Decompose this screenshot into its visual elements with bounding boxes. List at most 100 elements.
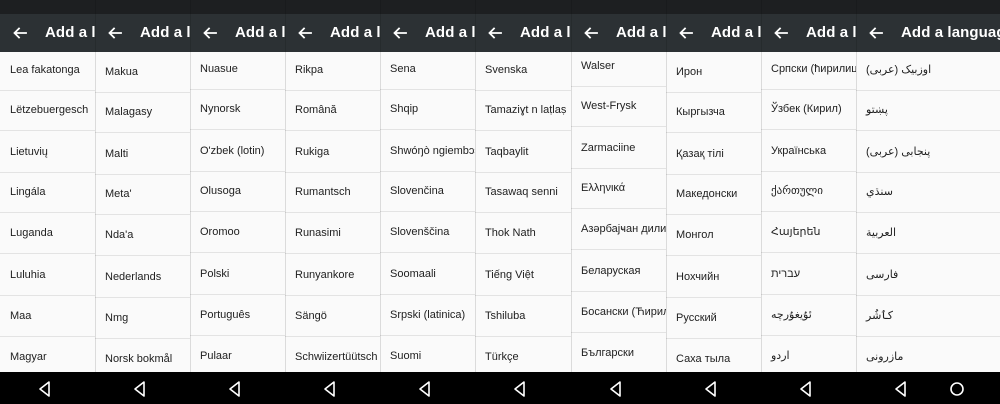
language-list-item[interactable]: Lietuvių: [0, 132, 95, 173]
arrow-back-icon[interactable]: [295, 23, 315, 43]
language-list-item[interactable]: Tasawaq senni: [475, 172, 571, 213]
language-list-item[interactable]: فارسی: [856, 255, 1000, 296]
language-list-item[interactable]: Азәрбајҹан дили (к: [571, 209, 666, 250]
triangle-back-icon[interactable]: [797, 380, 815, 398]
language-list-item[interactable]: العربية: [856, 213, 1000, 254]
language-list-item[interactable]: اردو: [761, 336, 856, 372]
arrow-back-icon[interactable]: [771, 23, 791, 43]
language-list-item[interactable]: Nynorsk: [190, 89, 285, 130]
language-list-item[interactable]: Português: [190, 295, 285, 336]
triangle-back-icon[interactable]: [416, 380, 434, 398]
language-list-item[interactable]: Română: [285, 90, 380, 131]
language-list-item[interactable]: ქართული: [761, 171, 856, 212]
language-list-item[interactable]: Македонски: [666, 174, 761, 215]
triangle-back-icon[interactable]: [892, 380, 910, 398]
language-list-item[interactable]: ئۇيغۇرچە: [761, 295, 856, 336]
language-list-item[interactable]: Zarmaciine: [571, 128, 666, 169]
language-list-item[interactable]: Українська: [761, 131, 856, 172]
language-list-item[interactable]: Sängö: [285, 296, 380, 337]
language-list-item[interactable]: Oromoo: [190, 212, 285, 253]
language-list-item[interactable]: Sena: [380, 52, 475, 90]
language-list-item[interactable]: Nda'a: [95, 215, 190, 256]
language-list-item[interactable]: اوزبیک (عربی): [856, 52, 1000, 91]
language-list-item[interactable]: Кыргызча: [666, 92, 761, 133]
language-list-item[interactable]: West-Frysk: [571, 86, 666, 127]
language-list-item[interactable]: Pulaar: [190, 336, 285, 372]
language-list-item[interactable]: Саха тыла: [666, 339, 761, 372]
language-list-item[interactable]: Suomi: [380, 336, 475, 372]
language-list-item[interactable]: Slovenčina: [380, 171, 475, 212]
language-list-item[interactable]: Lea fakatonga: [0, 52, 95, 91]
language-list-item[interactable]: Нохчийн: [666, 257, 761, 298]
language-list-item[interactable]: Ελληνικά: [571, 168, 666, 209]
language-list-item[interactable]: Malagasy: [95, 92, 190, 133]
triangle-back-icon[interactable]: [226, 380, 244, 398]
language-list-item[interactable]: Shwóŋò ngiembɔɔn: [380, 131, 475, 172]
language-list-item[interactable]: Nuasue: [190, 52, 285, 90]
language-list-item[interactable]: کٲشُر: [856, 296, 1000, 337]
language-list-item[interactable]: مازرونی: [856, 337, 1000, 372]
language-list-item[interactable]: Ўзбек (Кирил): [761, 89, 856, 130]
arrow-back-icon[interactable]: [200, 23, 220, 43]
arrow-back-icon[interactable]: [105, 23, 125, 43]
arrow-back-icon[interactable]: [676, 23, 696, 43]
language-list-item[interactable]: Malti: [95, 134, 190, 175]
language-list-item[interactable]: Soomaali: [380, 254, 475, 295]
circle-home-icon[interactable]: [948, 380, 966, 398]
language-list-item[interactable]: Rikpa: [285, 52, 380, 91]
language-list-item[interactable]: Runasimi: [285, 213, 380, 254]
triangle-back-icon[interactable]: [321, 380, 339, 398]
language-list-item[interactable]: Norsk bokmål: [95, 339, 190, 372]
language-list-item[interactable]: Slovenščina: [380, 212, 475, 253]
language-list-item[interactable]: سنڌي: [856, 172, 1000, 213]
language-list-item[interactable]: Thok Nath: [475, 213, 571, 254]
language-list-item[interactable]: Srpski (latinica): [380, 295, 475, 336]
language-list-item[interactable]: Русский: [666, 298, 761, 339]
language-list-item[interactable]: Монгол: [666, 215, 761, 256]
language-list-item[interactable]: Босански (Ћирил: [571, 292, 666, 333]
language-list-item[interactable]: Tiếng Việt: [475, 255, 571, 296]
language-list-item[interactable]: Makua: [95, 52, 190, 93]
language-list-item[interactable]: Meta': [95, 174, 190, 215]
language-list-item[interactable]: Tamaziɣt n laṭlaṣ: [475, 90, 571, 131]
language-list-item[interactable]: Lëtzebuergesch: [0, 90, 95, 131]
language-list-item[interactable]: Runyankore: [285, 255, 380, 296]
language-list-item[interactable]: עברית: [761, 254, 856, 295]
language-list-item[interactable]: Lingála: [0, 172, 95, 213]
language-list-item[interactable]: Ирон: [666, 52, 761, 93]
language-list-item[interactable]: Taqbaylit: [475, 132, 571, 173]
language-list-item[interactable]: Svenska: [475, 52, 571, 91]
language-list-item[interactable]: Luganda: [0, 213, 95, 254]
triangle-back-icon[interactable]: [511, 380, 529, 398]
language-list-item[interactable]: Nmg: [95, 298, 190, 339]
language-list-item[interactable]: Olusoga: [190, 171, 285, 212]
language-list-item[interactable]: O'zbek (lotin): [190, 131, 285, 172]
language-list-item[interactable]: Српски (ћирилица: [761, 52, 856, 90]
language-list-item[interactable]: Tshiluba: [475, 296, 571, 337]
language-list-item[interactable]: Nederlands: [95, 257, 190, 298]
language-list-item[interactable]: Հայերեն: [761, 212, 856, 253]
language-list-item[interactable]: Polski: [190, 254, 285, 295]
language-list-item[interactable]: Қазақ тілі: [666, 134, 761, 175]
triangle-back-icon[interactable]: [36, 380, 54, 398]
language-list-item[interactable]: Magyar: [0, 337, 95, 372]
language-list-item[interactable]: Türkçe: [475, 337, 571, 372]
arrow-back-icon[interactable]: [390, 23, 410, 43]
language-list-item[interactable]: Shqip: [380, 89, 475, 130]
language-list-item[interactable]: Rumantsch: [285, 172, 380, 213]
language-list-item[interactable]: Rukiga: [285, 132, 380, 173]
language-list-item[interactable]: Schwiizertüütsch: [285, 337, 380, 372]
language-list-item[interactable]: Беларуская: [571, 251, 666, 292]
language-list-item[interactable]: پښتو: [856, 90, 1000, 131]
arrow-back-icon[interactable]: [581, 23, 601, 43]
language-list-item[interactable]: Walser: [571, 52, 666, 87]
language-list-item[interactable]: پنجابی (عربی): [856, 132, 1000, 173]
arrow-back-icon[interactable]: [10, 23, 30, 43]
arrow-back-icon[interactable]: [485, 23, 505, 43]
language-list-item[interactable]: Български: [571, 333, 666, 372]
arrow-back-icon[interactable]: [866, 23, 886, 43]
triangle-back-icon[interactable]: [702, 380, 720, 398]
language-list-item[interactable]: Luluhia: [0, 255, 95, 296]
triangle-back-icon[interactable]: [131, 380, 149, 398]
language-list-item[interactable]: Maa: [0, 296, 95, 337]
